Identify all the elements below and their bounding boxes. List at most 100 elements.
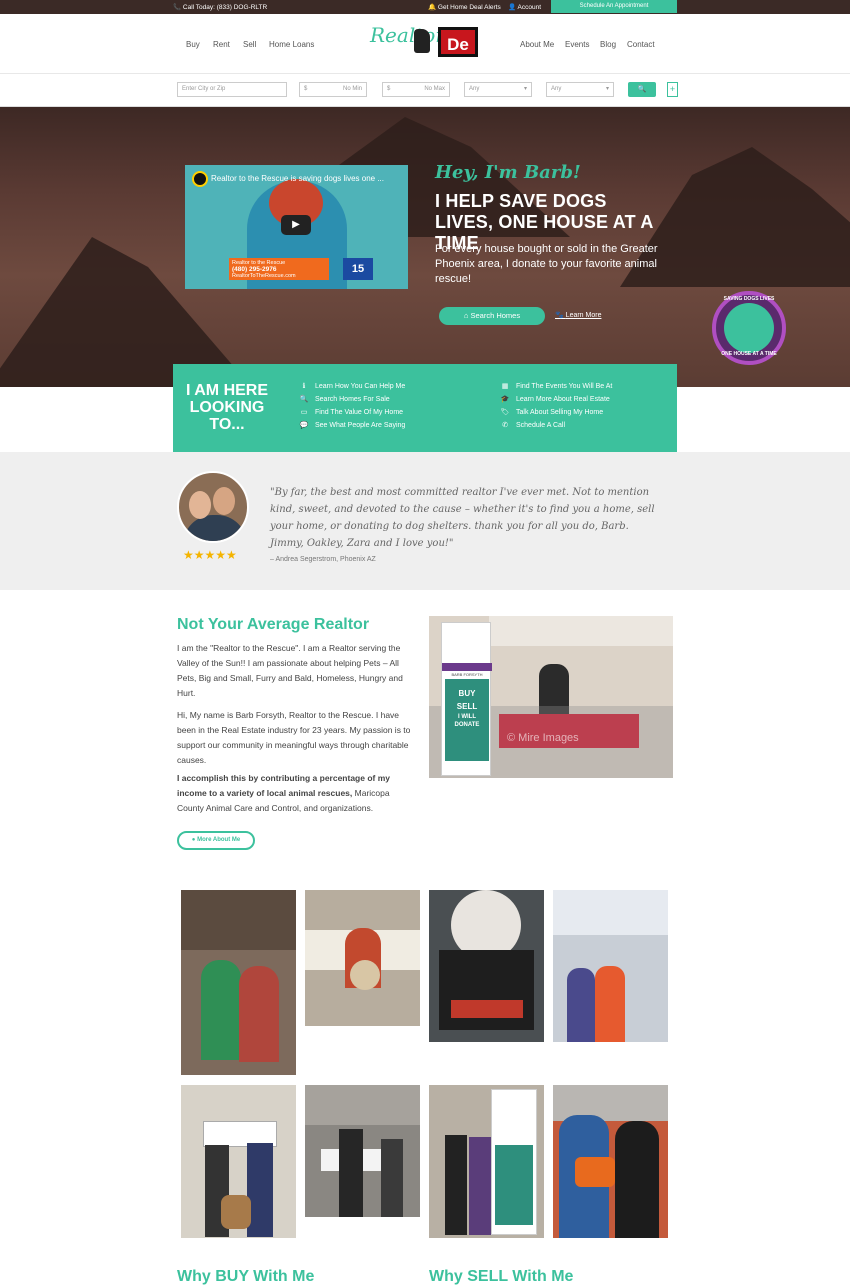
- gallery-photo[interactable]: [429, 890, 544, 1042]
- photo-person: [595, 966, 625, 1042]
- paw-icon: 🐾: [555, 312, 566, 319]
- video-lower-third: Realtor to the Rescue (480) 295-2976 Rea…: [229, 258, 329, 280]
- search-button[interactable]: 🔍: [628, 82, 656, 97]
- gallery-photo[interactable]: [429, 1085, 544, 1238]
- photo-dog: [350, 960, 380, 990]
- baths-value: Any: [551, 86, 562, 92]
- deal-alerts-link[interactable]: 🔔 Get Home Deal Alerts: [428, 3, 501, 11]
- gallery-photo[interactable]: [305, 1085, 420, 1217]
- baths-select[interactable]: Any ▾: [546, 82, 614, 97]
- search-homes-button[interactable]: ⌂ Search Homes: [439, 307, 545, 325]
- max-price-placeholder: No Max: [424, 86, 445, 92]
- graduation-cap-icon: 🎓: [500, 396, 510, 403]
- photo-dog: [221, 1195, 251, 1229]
- badge-dogs-image: [724, 303, 774, 353]
- rating-stars: ★★★★★: [183, 548, 237, 562]
- photo-tent: [553, 890, 668, 935]
- gallery-photo[interactable]: [305, 890, 420, 1026]
- badge-bottom-text: ONE HOUSE AT A TIME: [721, 351, 777, 357]
- photo-person: [469, 1137, 491, 1235]
- photo-watermark: © Mire Images: [507, 732, 579, 744]
- looking-link-selling[interactable]: 🏷 Talk About Selling My Home: [500, 408, 604, 416]
- looking-link-search[interactable]: 🔍 Search Homes For Sale: [299, 395, 390, 403]
- about-paragraph: Hi, My name is Barb Forsyth, Realtor to …: [177, 710, 411, 765]
- banner-panel: BUY SELL I WILL DONATE: [445, 679, 489, 761]
- banner-sell: SELL: [456, 702, 478, 711]
- video-title: Realtor to the Rescue is saving dogs liv…: [211, 174, 384, 183]
- banner-donate: I WILL DONATE: [454, 714, 480, 728]
- looking-to-heading: I AM HERE LOOKING TO...: [185, 382, 269, 433]
- site-header: Buy Rent Sell Home Loans Realtor De Abou…: [0, 14, 850, 74]
- gallery-photo[interactable]: [553, 890, 668, 1042]
- looking-link-events[interactable]: ▦ Find The Events You Will Be At: [500, 382, 613, 390]
- looking-link-label: See What People Are Saying: [315, 422, 406, 429]
- looking-link-label: Learn More About Real Estate: [516, 396, 610, 403]
- hero-body: For every house bought or sold in the Gr…: [435, 243, 658, 285]
- currency-symbol: $: [304, 86, 308, 92]
- search-icon: 🔍: [299, 396, 309, 403]
- max-price-input[interactable]: $ No Max: [382, 82, 450, 97]
- photo-bag: [575, 1157, 615, 1187]
- top-bar: 📞 Call Today: (833) DOG-RLTR 🔔 Get Home …: [0, 0, 850, 14]
- property-search-bar: Enter City or Zip $ No Min $ No Max Any …: [0, 75, 850, 107]
- nav-item-about[interactable]: About Me: [520, 40, 554, 49]
- looking-link-reviews[interactable]: 💬 See What People Are Saying: [299, 421, 406, 429]
- avatar-face: [213, 487, 235, 515]
- nav-item-blog[interactable]: Blog: [600, 40, 616, 49]
- site-logo[interactable]: Realtor De: [370, 23, 480, 65]
- nav-item-rent[interactable]: Rent: [213, 40, 230, 49]
- photo-person: [615, 1121, 659, 1238]
- learn-more-label: Learn More: [565, 312, 602, 319]
- currency-symbol: $: [387, 86, 391, 92]
- more-filters-button[interactable]: +: [667, 82, 678, 97]
- photo-person: [339, 1129, 363, 1217]
- photo-person: [239, 966, 279, 1062]
- city-zip-input[interactable]: Enter City or Zip: [177, 82, 287, 97]
- learn-more-link[interactable]: 🐾 Learn More: [555, 311, 601, 319]
- photo-person: [201, 960, 241, 1060]
- account-link[interactable]: 👤 Account: [508, 3, 541, 11]
- brokerage-logo: De: [438, 27, 478, 57]
- nav-item-buy[interactable]: Buy: [186, 40, 200, 49]
- card-icon: ▭: [300, 409, 308, 416]
- looking-link-help[interactable]: ℹ Learn How You Can Help Me: [299, 382, 406, 390]
- beds-select[interactable]: Any ▾: [464, 82, 532, 97]
- nav-item-events[interactable]: Events: [565, 40, 589, 49]
- more-about-label: More About Me: [197, 837, 241, 843]
- about-title: Not Your Average Realtor: [177, 616, 370, 633]
- video-player[interactable]: Realtor to the Rescue is saving dogs liv…: [185, 165, 408, 289]
- why-buy-title: Why BUY With Me: [177, 1268, 315, 1285]
- nav-item-contact[interactable]: Contact: [627, 40, 655, 49]
- play-icon[interactable]: ▶: [281, 215, 311, 235]
- photo-bg: [181, 890, 296, 950]
- channel-logo: 15: [343, 258, 373, 280]
- photo-person: [567, 968, 595, 1042]
- schedule-appointment-button[interactable]: Schedule An Appointment: [551, 0, 677, 13]
- banner-name: BARB FORSYTH: [451, 672, 483, 677]
- lower-third-line: RealtorToTheRescue.com: [232, 273, 296, 279]
- home-icon: ⌂: [463, 311, 471, 320]
- why-sell-title: Why SELL With Me: [429, 1268, 574, 1285]
- phone-icon: ✆: [502, 422, 508, 429]
- search-homes-label: Search Homes: [470, 311, 521, 320]
- min-price-placeholder: No Min: [342, 86, 362, 92]
- looking-link-call[interactable]: ✆ Schedule A Call: [500, 421, 565, 429]
- gallery-photo[interactable]: [553, 1085, 668, 1238]
- nav-item-home-loans[interactable]: Home Loans: [269, 40, 314, 49]
- gallery-photo[interactable]: [181, 1085, 296, 1238]
- lower-third-line: (480) 295-2976: [232, 266, 277, 273]
- photo-person: [445, 1135, 467, 1235]
- nav-item-sell[interactable]: Sell: [243, 40, 256, 49]
- min-price-input[interactable]: $ No Min: [299, 82, 367, 97]
- more-about-me-button[interactable]: ● More About Me: [177, 831, 255, 850]
- gallery-photo[interactable]: [181, 890, 296, 1075]
- call-link[interactable]: 📞 Call Today: (833) DOG-RLTR: [173, 3, 267, 11]
- tag-icon: 🏷: [500, 409, 510, 416]
- looking-link-value[interactable]: ▭ Find The Value Of My Home: [299, 408, 403, 416]
- calendar-icon: ▦: [501, 383, 509, 390]
- avatar-face: [189, 491, 211, 519]
- banner-stripe: [442, 663, 492, 671]
- photo-banner-panel: [495, 1145, 533, 1225]
- logo-wordmark: Realtor: [370, 23, 445, 47]
- looking-link-learn[interactable]: 🎓 Learn More About Real Estate: [500, 395, 610, 403]
